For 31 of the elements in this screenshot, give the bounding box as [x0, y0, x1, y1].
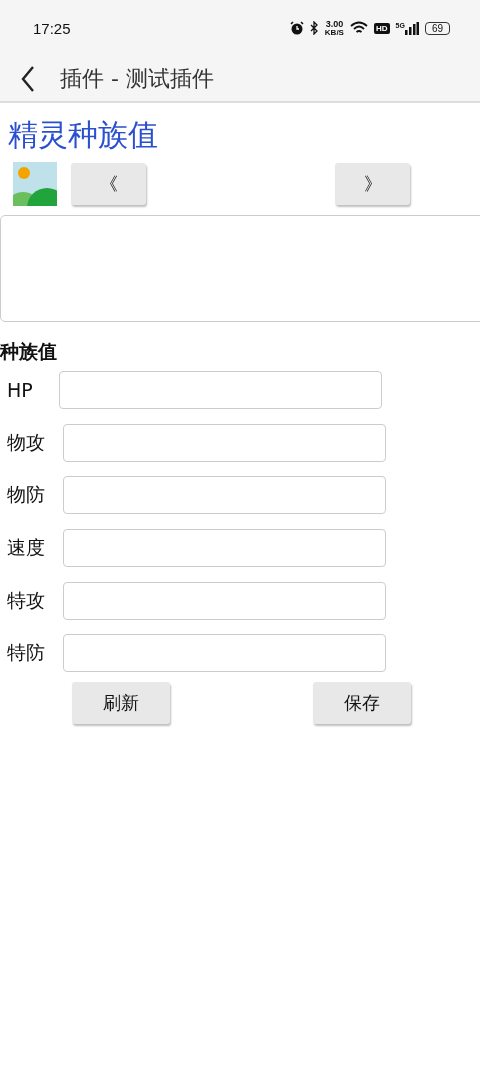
image-placeholder-icon — [13, 162, 57, 206]
field-label: 特防 — [7, 640, 46, 666]
field-label: 特攻 — [7, 587, 46, 613]
input-field[interactable] — [63, 634, 386, 673]
input-field[interactable] — [63, 423, 386, 462]
field-label: 物防 — [7, 482, 46, 508]
input-field[interactable] — [63, 529, 386, 568]
next-button[interactable]: 》 — [335, 163, 410, 205]
save-button[interactable]: 保存 — [313, 681, 411, 724]
input-field[interactable] — [59, 371, 382, 410]
input-field[interactable] — [63, 476, 386, 515]
signal-icon — [404, 21, 419, 35]
app-bar-title: 插件 - 测试插件 — [60, 64, 214, 93]
field-label: 速度 — [7, 535, 46, 561]
back-icon[interactable] — [21, 65, 35, 92]
speed-unit: KB/S — [324, 28, 344, 37]
field-label: HP — [7, 379, 34, 402]
input-field[interactable] — [63, 581, 386, 620]
page-heading: 精灵种族值 — [7, 116, 159, 154]
section-label: 种族值 — [0, 339, 58, 364]
previous-button[interactable]: 《 — [71, 163, 146, 205]
field-label: 物攻 — [7, 429, 46, 455]
refresh-button[interactable]: 刷新 — [72, 681, 170, 724]
speed-value: 3.00 — [325, 19, 344, 29]
status-time: 17:25 — [33, 19, 71, 37]
hd-badge: HD — [373, 22, 390, 34]
text-area[interactable] — [0, 215, 480, 322]
alarm-icon — [289, 21, 304, 35]
bluetooth-icon — [309, 21, 319, 35]
battery-icon: 69 — [424, 21, 450, 35]
wifi-icon — [349, 21, 368, 35]
